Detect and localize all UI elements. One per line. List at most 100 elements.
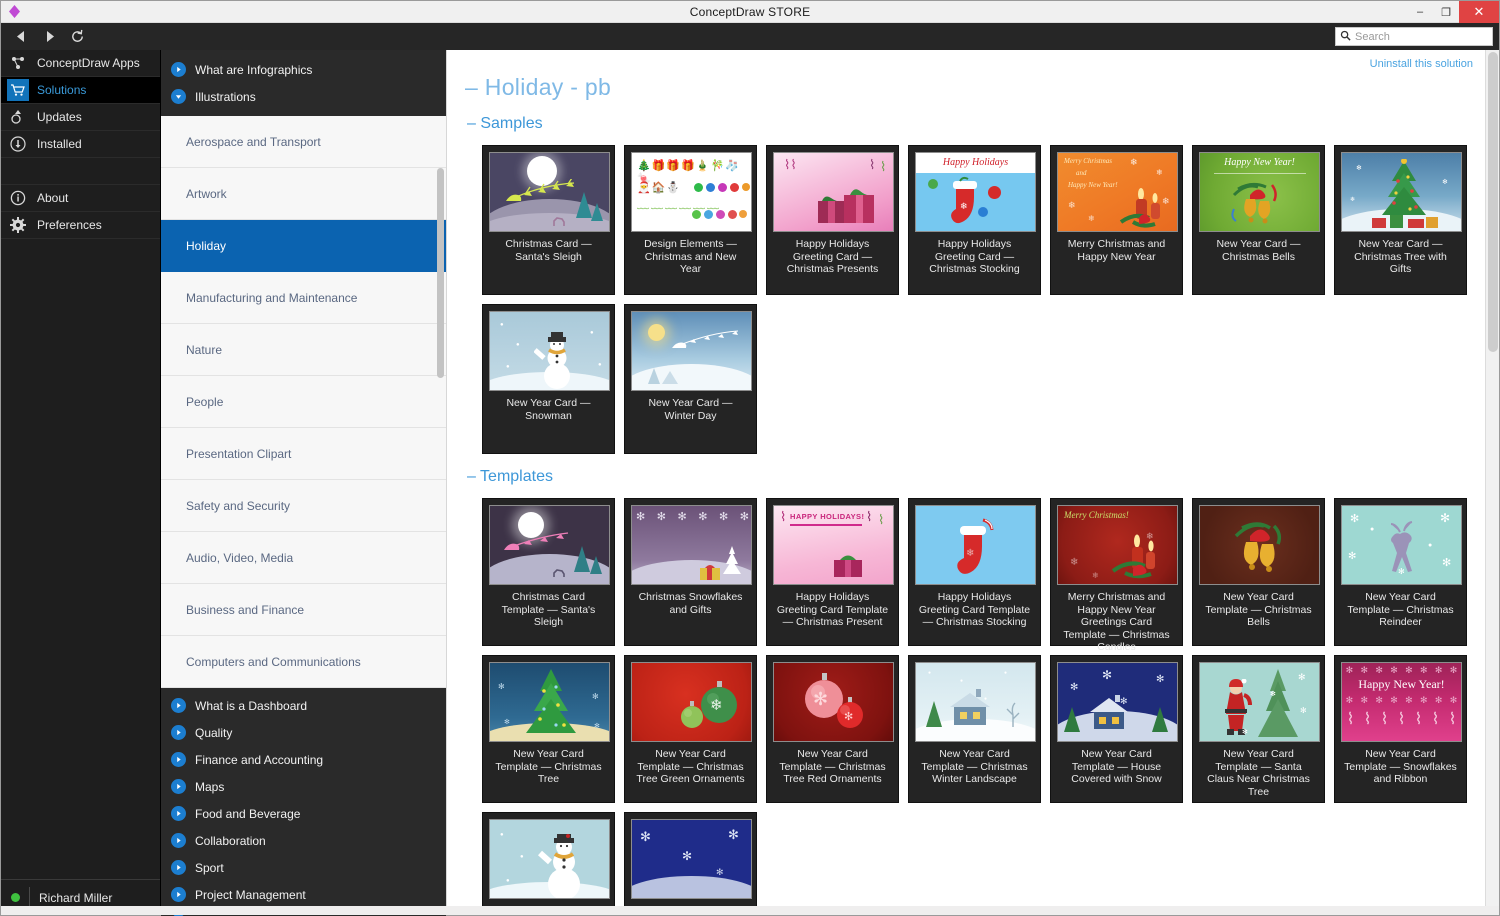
category-item-safety-and-security[interactable]: Safety and Security (161, 480, 446, 532)
thumbnail-dark-red-ornaments: ✻ ✻ (773, 662, 894, 742)
main-body: ConceptDraw Apps Solutions Updates Insta… (1, 50, 1499, 916)
card-label: New Year Card Template — Santa Claus Nea… (1207, 748, 1310, 798)
rail-divider (1, 158, 160, 185)
refresh-icon[interactable] (63, 23, 91, 50)
category-item-computers-and-communications[interactable]: Computers and Communications (161, 636, 446, 688)
thumbnail-winter-day-sleigh (631, 311, 752, 391)
category-collaboration[interactable]: Collaboration (161, 827, 446, 854)
template-card[interactable]: ✻ ✻ ✻ ✻ ✻ ✻ ✻ ✻ Happy New Year! ✻ ✻ ✻ ✻ ✻ ✻ ✻ ✻ ⌇ ⌇ ⌇ ⌇ ⌇ ⌇… (1334, 655, 1467, 803)
minimize-button[interactable]: – (1407, 1, 1433, 23)
card-label: New Year Card — Snowman (506, 397, 591, 422)
category-label: What are Infographics (195, 62, 313, 77)
samples-heading[interactable]: – Samples (447, 101, 1485, 137)
chevron-right-icon (171, 698, 186, 713)
maximize-button[interactable]: ❐ (1433, 1, 1459, 23)
sidebar-item-installed[interactable]: Installed (1, 131, 160, 158)
templates-heading[interactable]: – Templates (447, 454, 1485, 490)
category-label: Illustrations (195, 89, 256, 104)
templates-grid: Christmas Card Template — Santa's Sleigh… (447, 490, 1485, 915)
card-label: Happy Holidays Greeting Card — Christmas… (786, 238, 879, 275)
template-card[interactable]: ✻ ✻ ✻ ✻ ✻ ● ● New Year Card Template — C… (1334, 498, 1467, 646)
category-illustrations[interactable]: Illustrations (161, 83, 446, 110)
template-card[interactable]: ✻ ✻ ✻ ✻ (1050, 655, 1183, 803)
category-item-manufacturing-and-maintenance[interactable]: Manufacturing and Maintenance (161, 272, 446, 324)
sidebar-item-updates[interactable]: Updates (1, 104, 160, 131)
sidebar-item-label: ConceptDraw Apps (37, 56, 140, 70)
category-scrollbar-thumb[interactable] (437, 168, 444, 378)
category-what-is-a-dashboard[interactable]: What is a Dashboard (161, 692, 446, 719)
uninstall-solution-link[interactable]: Uninstall this solution (1370, 58, 1473, 70)
chevron-right-icon (171, 725, 186, 740)
thumbnail-santa-near-tree: ✻ ✻ ✻ ✻ (1199, 662, 1320, 742)
template-card[interactable]: ✻ ✻ New Year Card Template — Christmas T… (766, 655, 899, 803)
category-quality[interactable]: Quality (161, 719, 446, 746)
navigation-bar (1, 23, 1499, 50)
category-sport[interactable]: Sport (161, 854, 446, 881)
sidebar-item-about[interactable]: About (1, 185, 160, 212)
back-arrow-icon[interactable] (7, 23, 35, 50)
sample-card[interactable]: ⌇⌇ ⌇ ⌇ Happy Holidays Greeting Card — Ch… (766, 145, 899, 295)
thumbnail-blue-tree: ✻ ✻ ✻ ✻ (489, 662, 610, 742)
category-item-nature[interactable]: Nature (161, 324, 446, 376)
sample-card[interactable]: 🎄🎁🎁🎁🎍🎋🧦🍬 🎅🏠⛄ ﹋﹋﹋﹋﹋﹋ Design Elements — Ch… (624, 145, 757, 295)
card-label: Christmas Card — Santa's Sleigh (505, 238, 592, 263)
thumbnail-brown-bells (1199, 505, 1320, 585)
online-status-icon (11, 893, 20, 902)
search-box[interactable] (1335, 27, 1493, 46)
category-label: What is a Dashboard (195, 698, 308, 713)
forward-arrow-icon[interactable] (35, 23, 63, 50)
svg-text:❄: ❄ (960, 201, 968, 211)
category-food-and-beverage[interactable]: Food and Beverage (161, 800, 446, 827)
template-card[interactable]: ✻ ✻ ✻ ✻ New Year Card Template — Christm… (482, 655, 615, 803)
sample-card[interactable]: New Year Card — Winter Day (624, 304, 757, 454)
thumbnail-pale-winter-house: ● ● ● ● (915, 662, 1036, 742)
sidebar-item-label: About (37, 191, 69, 205)
template-card[interactable]: ● ● ● (482, 812, 615, 915)
content-area: Uninstall this solution – Holiday - pb –… (446, 50, 1499, 915)
category-item-people[interactable]: People (161, 376, 446, 428)
search-input[interactable] (1355, 30, 1488, 43)
template-card[interactable]: Christmas Card Template — Santa's Sleigh (482, 498, 615, 646)
card-label: New Year Card Template — Christmas Tree … (779, 748, 886, 785)
sample-card[interactable]: Christmas Card — Santa's Sleigh (482, 145, 615, 295)
category-label: Safety and Security (186, 498, 291, 513)
category-finance-and-accounting[interactable]: Finance and Accounting (161, 746, 446, 773)
template-card[interactable]: ❄ Happy Holidays Greeting Card Template … (908, 498, 1041, 646)
template-card[interactable]: ✻ ✻ ✻ ✻ New Year Card Template — Santa C… (1192, 655, 1325, 803)
template-card[interactable]: ● ● ● ● New Year Card Template — Christm… (908, 655, 1041, 803)
sidebar-item-preferences[interactable]: Preferences (1, 212, 160, 239)
content-scrollbar-thumb[interactable] (1488, 52, 1498, 352)
template-card[interactable]: ✻ ✻ ✻ ✻ (624, 812, 757, 915)
sample-card[interactable]: Merry Christmas and Happy New Year! ❄ ❄ … (1050, 145, 1183, 295)
category-label: Maps (195, 779, 225, 794)
template-card[interactable]: Merry Christmas! ❄ ❄ ❄ Merry Christmas a… (1050, 498, 1183, 653)
category-item-aerospace-and-transport[interactable]: Aerospace and Transport (161, 116, 446, 168)
sample-card[interactable]: ● ● ● ● ● New Year Card — Snowman (482, 304, 615, 454)
category-item-audio-video-media[interactable]: Audio, Video, Media (161, 532, 446, 584)
category-item-business-and-finance[interactable]: Business and Finance (161, 584, 446, 636)
template-card[interactable]: New Year Card Template — Christmas Bells (1192, 498, 1325, 646)
category-item-presentation-clipart[interactable]: Presentation Clipart (161, 428, 446, 480)
category-group-bottom: What is a Dashboard Quality Finance and … (161, 688, 446, 916)
sample-card[interactable]: ❄ ❄ ❄ New Year Card — Christmas Tree wit… (1334, 145, 1467, 295)
category-project-management[interactable]: Project Management (161, 881, 446, 908)
template-card[interactable]: HAPPY HOLIDAYS! ⌇ ⌇ ⌇ Happy Holidays Gre… (766, 498, 899, 646)
template-card[interactable]: ✻ ✻ ✻ ✻ ✻ ✻ Christmas Snowflakes and Gifts (624, 498, 757, 646)
category-what-are-infographics[interactable]: What are Infographics (161, 56, 446, 83)
info-icon (7, 187, 29, 209)
chevron-down-icon (171, 89, 186, 104)
category-label: Manufacturing and Maintenance (186, 290, 358, 305)
card-label: Happy Holidays Greeting Card Template — … (776, 591, 889, 628)
category-item-artwork[interactable]: Artwork (161, 168, 446, 220)
sidebar-item-solutions[interactable]: Solutions (1, 77, 160, 104)
content-scrollbar[interactable] (1485, 50, 1499, 915)
sample-card[interactable]: Happy New Year! New Year Card — Christma… (1192, 145, 1325, 295)
thumbnail-orange-candles: Merry Christmas and Happy New Year! ❄ ❄ … (1057, 152, 1178, 232)
template-card[interactable]: ❄ New Year Card Template — Christmas Tre… (624, 655, 757, 803)
category-maps[interactable]: Maps (161, 773, 446, 800)
category-item-holiday[interactable]: Holiday (161, 220, 446, 272)
sidebar-item-conceptdraw-apps[interactable]: ConceptDraw Apps (1, 50, 160, 77)
card-label: Merry Christmas and Happy New Year Greet… (1063, 591, 1170, 653)
close-button[interactable]: ✕ (1459, 1, 1499, 23)
sample-card[interactable]: Happy Holidays ❄ Happy Holidays Greeting… (908, 145, 1041, 295)
